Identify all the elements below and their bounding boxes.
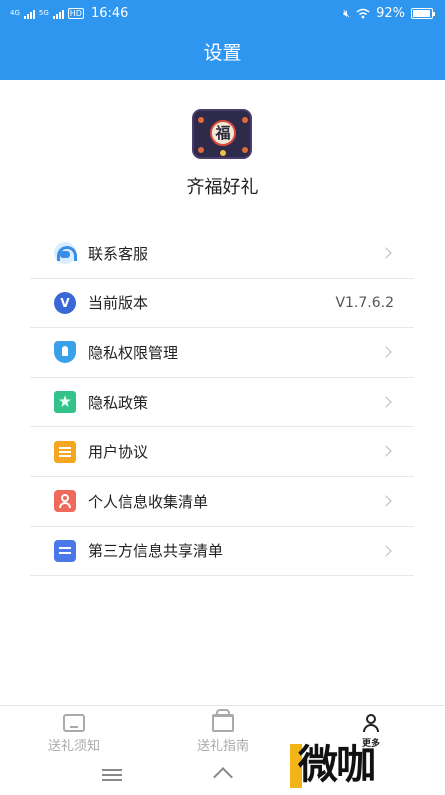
signal-strength-icon-2 [52, 9, 64, 19]
menu-item-third-party-sharing-list[interactable]: 第三方信息共享清单 [30, 527, 414, 577]
version-value: V1.7.6.2 [335, 294, 394, 311]
menu-item-label: 隐私权限管理 [88, 343, 179, 362]
status-bar: 4G 5G HD 16:46 🔇︎ 92% [0, 0, 445, 28]
status-left: 4G 5G HD 16:46 [10, 6, 128, 21]
settings-menu: 联系客服 V 当前版本 V1.7.6.2 隐私权限管理 隐私政策 用户协议 个人… [30, 229, 414, 577]
document-icon [54, 440, 76, 463]
network-4g-label: 4G [10, 9, 20, 17]
menu-item-privacy-permissions[interactable]: 隐私权限管理 [30, 328, 414, 378]
menu-item-label: 个人信息收集清单 [88, 492, 209, 511]
mute-icon: 🔇︎ [343, 6, 351, 20]
menu-item-label: 第三方信息共享清单 [88, 542, 224, 561]
menu-item-label: 用户协议 [88, 443, 149, 462]
status-right: 🔇︎ 92% [343, 6, 435, 21]
tab-label: 送礼须知 [47, 739, 100, 754]
user-icon [360, 714, 382, 732]
menu-icon[interactable] [102, 769, 122, 771]
wifi-icon [356, 8, 370, 19]
shield-key-icon [54, 341, 76, 364]
watermark-text: 微咖 [298, 742, 376, 788]
signal-strength-icon [23, 9, 35, 19]
menu-item-label: 隐私政策 [88, 393, 149, 412]
tab-gift-notice[interactable]: 送礼须知 [19, 714, 129, 754]
tab-label: 送礼指南 [196, 739, 249, 754]
menu-item-privacy-policy[interactable]: 隐私政策 [30, 378, 414, 428]
app-logo: 福 [192, 109, 252, 159]
list-doc-icon [54, 539, 76, 562]
battery-fill [413, 10, 430, 17]
home-icon [63, 714, 85, 732]
app-name: 齐福好礼 [186, 177, 259, 198]
version-icon: V [54, 291, 76, 314]
menu-item-personal-info-list[interactable]: 个人信息收集清单 [30, 477, 414, 527]
hd-voice-icon: HD [67, 8, 84, 19]
home-nav-icon[interactable] [210, 768, 236, 782]
menu-item-user-agreement[interactable]: 用户协议 [30, 427, 414, 477]
network-5g-label: 5G [38, 9, 49, 17]
menu-item-label: 当前版本 [88, 294, 149, 313]
battery-percent: 92% [376, 6, 405, 21]
status-time: 16:46 [90, 6, 129, 21]
watermark-logo: 微咖 [290, 740, 402, 792]
battery-icon [411, 8, 435, 19]
logo-fu-character: 福 [210, 120, 236, 146]
customer-service-icon [54, 242, 77, 265]
page-title: 设置 [0, 28, 445, 80]
menu-item-contact-service[interactable]: 联系客服 [30, 229, 414, 279]
person-card-icon [54, 490, 76, 513]
menu-item-current-version[interactable]: V 当前版本 V1.7.6.2 [30, 279, 414, 329]
star-bookmark-icon [54, 391, 76, 414]
gift-box-icon [212, 709, 234, 732]
tab-gift-guide[interactable]: 送礼指南 [168, 709, 278, 754]
menu-item-label: 联系客服 [88, 244, 149, 263]
